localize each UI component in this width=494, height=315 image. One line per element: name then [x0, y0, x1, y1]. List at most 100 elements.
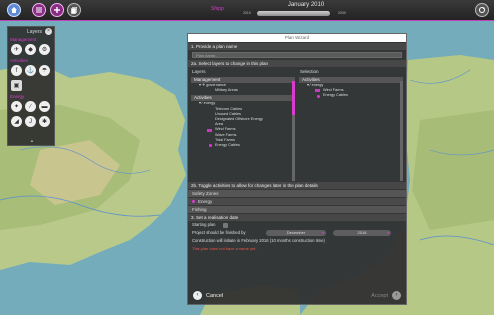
tree-label: energy: [203, 101, 216, 106]
starting-plan-label: Starting plan: [192, 222, 216, 227]
settings-layer-icon[interactable]: ⚙: [39, 44, 50, 55]
construction-note: Construction will initiate in February 2…: [192, 238, 325, 243]
layers-panel: Layers × Management ✈ ◆ ⚙ Activities f ⚓…: [7, 26, 55, 146]
tree-label: Unused Cables: [215, 111, 241, 116]
cable-layer-icon[interactable]: ∕: [25, 101, 36, 112]
menu-button[interactable]: [32, 3, 46, 17]
finish-date-row: Project should be finished by December ▾ …: [188, 229, 406, 237]
energy-icons: ✦ ∕ ▬: [8, 99, 54, 114]
tree-label: Tidal Farms: [215, 137, 235, 142]
selection-column: Selection Activities ▾ ∕ energy Wind Far…: [299, 69, 403, 181]
activities-icons: f ⚓ ☂: [8, 63, 54, 78]
add-icon: [54, 7, 60, 13]
tree-label: Telecom Cables: [215, 106, 243, 111]
home-button[interactable]: [7, 3, 21, 17]
military-layer-icon[interactable]: ◆: [25, 44, 36, 55]
selected-marker: [207, 128, 212, 132]
accept-label: Accept: [371, 292, 388, 299]
fishing-layer-icon[interactable]: f: [11, 65, 22, 76]
layers-column: Layers Management ▾ ✈ governance Militar…: [191, 69, 295, 181]
back-arrow-icon: ‹: [193, 291, 202, 300]
activity-fishing[interactable]: Fishing: [188, 206, 406, 213]
scroll-thumb[interactable]: [292, 81, 295, 115]
selection-tree: ▾ ∕ energy Wind Farms Energy Cables: [299, 83, 403, 99]
plans-list-button[interactable]: [67, 3, 81, 17]
energy-icons-2: ◢ J ✱: [8, 114, 54, 129]
panel-grip-icon[interactable]: ▲: [30, 138, 34, 143]
finish-by-label: Project should be finished by: [192, 230, 246, 235]
tree-label: Wind Farms: [215, 127, 236, 132]
layer-columns: Layers Management ▾ ✈ governance Militar…: [188, 67, 406, 181]
wave-layer-icon[interactable]: ◢: [11, 116, 22, 127]
sync-button[interactable]: [475, 3, 489, 17]
selected-marker: [209, 144, 212, 148]
activity-energy[interactable]: Energy: [188, 198, 406, 205]
year-select[interactable]: 2016 ▾: [333, 230, 391, 236]
add-plan-button[interactable]: [50, 3, 64, 17]
tourism-layer-icon[interactable]: ☂: [39, 65, 50, 76]
tree-label: energy: [311, 83, 324, 87]
year-value: 2016: [357, 230, 367, 235]
pipe-layer-icon[interactable]: ▬: [39, 101, 50, 112]
management-icons: ✈ ◆ ⚙: [8, 42, 54, 57]
management-tree: ▾ ✈ governance Military Areas: [191, 83, 295, 93]
wizard-title: Plan Wizard: [188, 34, 406, 42]
month-value: December: [286, 230, 306, 235]
step-realisation-date: 3. Set a realisation date: [188, 214, 406, 221]
chevron-down-icon: ▾: [321, 230, 324, 235]
tree-leaf-energy-cables[interactable]: Energy Cables: [193, 143, 295, 148]
tree-label: Area: [215, 122, 224, 127]
layers-header: Layers ×: [8, 27, 54, 36]
top-bar: Shipp January 2010 2010 2030: [0, 0, 494, 21]
starting-plan-checkbox[interactable]: [223, 223, 228, 228]
tree-leaf-military[interactable]: Military Areas: [193, 88, 295, 93]
tree-label: Designated Offshore Energy: [215, 116, 263, 121]
plan-wizard: Plan Wizard 1. Provide a plan name Plan …: [187, 33, 407, 305]
lightbulb-layer-icon[interactable]: ✦: [11, 101, 22, 112]
dredging-layer-icon[interactable]: ▣: [11, 80, 22, 91]
sync-icon: [479, 7, 485, 13]
tree-label: Wave Farms: [215, 132, 237, 137]
step-toggle-activities: 2b. Toggle activities to allow for chang…: [188, 182, 406, 189]
timeline-start-label: 2010: [243, 11, 251, 15]
activities-icons-2: ▣: [8, 78, 54, 93]
tree-label: Military Areas: [215, 88, 238, 93]
activities-tree: ▾ ∕ energy Telecom Cables Unused Cables …: [191, 101, 295, 148]
chevron-down-icon: ▾: [386, 230, 389, 235]
tree-label: Energy Cables: [323, 93, 348, 98]
plan-name-input[interactable]: Plan name...: [192, 52, 402, 58]
windfarm-layer-icon[interactable]: ✱: [39, 116, 50, 127]
timeline-slider[interactable]: [257, 11, 330, 16]
current-date: January 2010: [287, 2, 325, 8]
activity-label: Fishing: [192, 207, 207, 212]
menu-icon: [36, 7, 42, 13]
governance-layer-icon[interactable]: ✈: [11, 44, 22, 55]
tidal-layer-icon[interactable]: J: [25, 116, 36, 127]
month-select[interactable]: December ▾: [266, 230, 326, 236]
close-icon[interactable]: ×: [45, 28, 52, 35]
layers-scrollbar[interactable]: [292, 81, 295, 181]
starting-plan-row: Starting plan: [188, 221, 406, 229]
list-icon: [70, 7, 77, 14]
home-icon: [11, 7, 17, 13]
selected-radio-icon: [192, 200, 195, 203]
tree-label: Energy Cables: [215, 142, 240, 147]
selection-energy-cables[interactable]: Energy Cables: [301, 93, 403, 98]
step-select-layers: 2a. Select layers to change in this plan: [188, 60, 406, 67]
tree-label: Wind Farms: [323, 88, 344, 93]
name-warning: This plan does not have a name yet.: [192, 246, 257, 251]
shipping-layer-icon[interactable]: ⚓: [25, 65, 36, 76]
wizard-footer: ‹ Cancel Accept ›: [188, 286, 406, 304]
cancel-button[interactable]: ‹ Cancel: [193, 291, 223, 300]
player-name: Shipp: [211, 6, 224, 12]
selection-scrollbar[interactable]: [400, 81, 403, 181]
activity-safety-zones[interactable]: Safety Zones: [188, 190, 406, 197]
activity-label: Energy: [198, 199, 213, 204]
layers-title: Layers: [26, 28, 42, 35]
layers-column-title: Layers: [192, 69, 206, 74]
accept-button[interactable]: Accept ›: [371, 291, 401, 300]
activity-label: Safety Zones: [192, 191, 219, 196]
selected-marker: [315, 89, 320, 93]
selected-marker: [317, 94, 320, 98]
timeline-end-label: 2030: [338, 11, 346, 15]
